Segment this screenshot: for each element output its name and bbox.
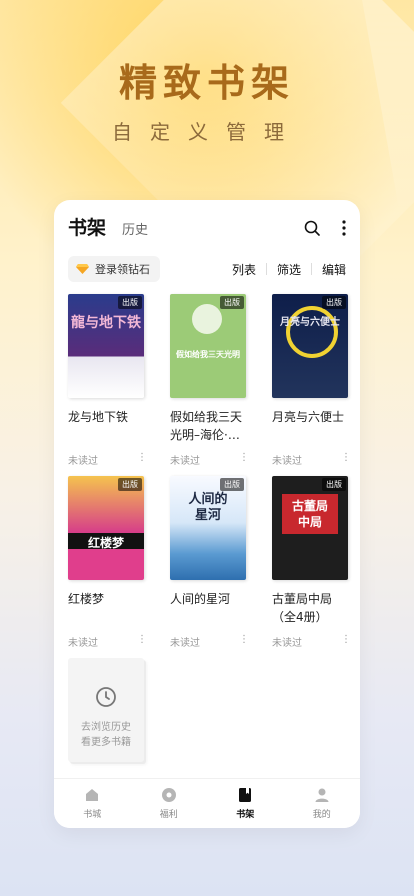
book-item[interactable]: 古董局中局 出版 古董局中局（全4册） 未读过 ⋮ [272, 476, 351, 649]
bookshelf-icon [239, 788, 252, 802]
nav-label: 书城 [83, 810, 102, 820]
read-status: 未读过 [170, 456, 200, 467]
book-title: 人间的星河 [170, 592, 231, 606]
nav-label: 福利 [159, 810, 178, 820]
cover-title-text: 人间的星河 [188, 492, 228, 523]
read-status: 未读过 [68, 638, 98, 649]
book-cover[interactable]: 龍与地下铁 出版 [68, 294, 144, 398]
book-cover[interactable]: 古董局中局 出版 [272, 476, 348, 580]
book-status-row: 未读过 ⋮ [170, 634, 249, 649]
book-item[interactable]: 红楼梦 出版 红楼梦 未读过 ⋮ [68, 476, 147, 649]
login-diamond-label: 登录领钻石 [95, 263, 150, 276]
cover-title-text: 龍与地下铁 [71, 315, 141, 331]
edit-button[interactable]: 编辑 [322, 261, 346, 278]
profile-icon [315, 788, 329, 802]
nav-item-bookstore[interactable]: 书城 [54, 779, 131, 828]
book-more-icon[interactable]: ⋮ [341, 634, 351, 649]
book-title: 假如给我三天光明–海伦·… [170, 410, 243, 442]
divider [265, 263, 267, 275]
book-title: 古董局中局（全4册） [272, 592, 333, 624]
cover-title-text: 古董局中局 [291, 499, 328, 529]
cover-moon-graphic [286, 306, 338, 358]
list-view-button[interactable]: 列表 [232, 261, 256, 278]
publish-badge: 出版 [322, 296, 346, 309]
cover-moon-graphic [192, 304, 222, 334]
book-more-icon[interactable]: ⋮ [341, 452, 351, 467]
book-title: 龙与地下铁 [68, 410, 129, 424]
toolbar-actions: 列表 筛选 编辑 [232, 261, 346, 278]
nav-item-welfare[interactable]: 福利 [131, 779, 208, 828]
book-cover[interactable]: 假如给我三天光明 出版 [170, 294, 246, 398]
nav-label: 我的 [312, 810, 331, 820]
book-cover[interactable]: 人间的星河 出版 [170, 476, 246, 580]
book-item[interactable]: 龍与地下铁 出版 龙与地下铁 未读过 ⋮ [68, 294, 147, 467]
book-item[interactable]: 月亮与六便士 出版 月亮与六便士 未读过 ⋮ [272, 294, 351, 467]
read-status: 未读过 [68, 456, 98, 467]
bottom-nav: 书城 福利 书架 我的 [54, 778, 360, 828]
book-title: 红楼梦 [68, 592, 105, 606]
history-hint-line1: 去浏览历史 [81, 722, 131, 733]
publish-badge: 出版 [118, 296, 142, 309]
login-diamond-button[interactable]: 登录领钻石 [68, 256, 160, 282]
diamond-icon [76, 264, 89, 274]
toolbar: 登录领钻石 列表 筛选 编辑 [68, 256, 346, 282]
cover-title-text: 假如给我三天光明 [176, 350, 240, 359]
book-status-row: 未读过 ⋮ [68, 452, 147, 467]
hero-subtitle: 自定义管理 [112, 120, 302, 144]
cover-title-text: 月亮与六便士 [280, 317, 340, 328]
book-status-row: 未读过 ⋮ [68, 634, 147, 649]
book-more-icon[interactable]: ⋮ [239, 452, 249, 467]
book-more-icon[interactable]: ⋮ [137, 634, 147, 649]
home-icon [86, 789, 99, 801]
read-status: 未读过 [272, 638, 302, 649]
book-cover[interactable]: 红楼梦 出版 [68, 476, 144, 580]
history-hint-line2: 看更多书籍 [81, 737, 131, 748]
more-vertical-icon[interactable] [342, 220, 346, 236]
publish-badge: 出版 [322, 478, 346, 491]
tab-bookshelf[interactable]: 书架 [68, 213, 106, 240]
cover-title-text: 红楼梦 [87, 536, 124, 550]
book-cover[interactable]: 月亮与六便士 出版 [272, 294, 348, 398]
book-status-row: 未读过 ⋮ [272, 452, 351, 467]
book-more-icon[interactable]: ⋮ [239, 634, 249, 649]
read-status: 未读过 [272, 456, 302, 467]
nav-item-profile[interactable]: 我的 [284, 779, 361, 828]
publish-badge: 出版 [220, 296, 244, 309]
divider [310, 263, 312, 275]
book-status-row: 未读过 ⋮ [170, 452, 249, 467]
hero-title: 精致书架 [118, 61, 295, 105]
search-icon[interactable] [304, 220, 320, 236]
publish-badge: 出版 [220, 478, 244, 491]
history-hint: 去浏览历史 看更多书籍 [74, 720, 138, 750]
publish-badge: 出版 [118, 478, 142, 491]
clock-icon [96, 687, 116, 707]
read-status: 未读过 [170, 638, 200, 649]
tab-history[interactable]: 历史 [122, 219, 148, 238]
nav-item-bookshelf[interactable]: 书架 [207, 779, 284, 828]
nav-label: 书架 [236, 810, 255, 820]
header-tabs: 书架 历史 [68, 213, 148, 240]
book-more-icon[interactable]: ⋮ [137, 452, 147, 467]
browse-history-card[interactable]: 去浏览历史 看更多书籍 [68, 658, 144, 762]
filter-button[interactable]: 筛选 [277, 261, 301, 278]
book-status-row: 未读过 ⋮ [272, 634, 351, 649]
book-title: 月亮与六便士 [272, 410, 345, 424]
book-item[interactable]: 假如给我三天光明 出版 假如给我三天光明–海伦·… 未读过 ⋮ [170, 294, 249, 467]
book-item[interactable]: 人间的星河 出版 人间的星河 未读过 ⋮ [170, 476, 249, 649]
bookshelf-card: 书架 历史 登录领钻石 列表 筛选 编辑 龍与地下铁 出版 龙与地下铁 未读过 … [54, 200, 360, 828]
gift-icon [161, 788, 176, 802]
